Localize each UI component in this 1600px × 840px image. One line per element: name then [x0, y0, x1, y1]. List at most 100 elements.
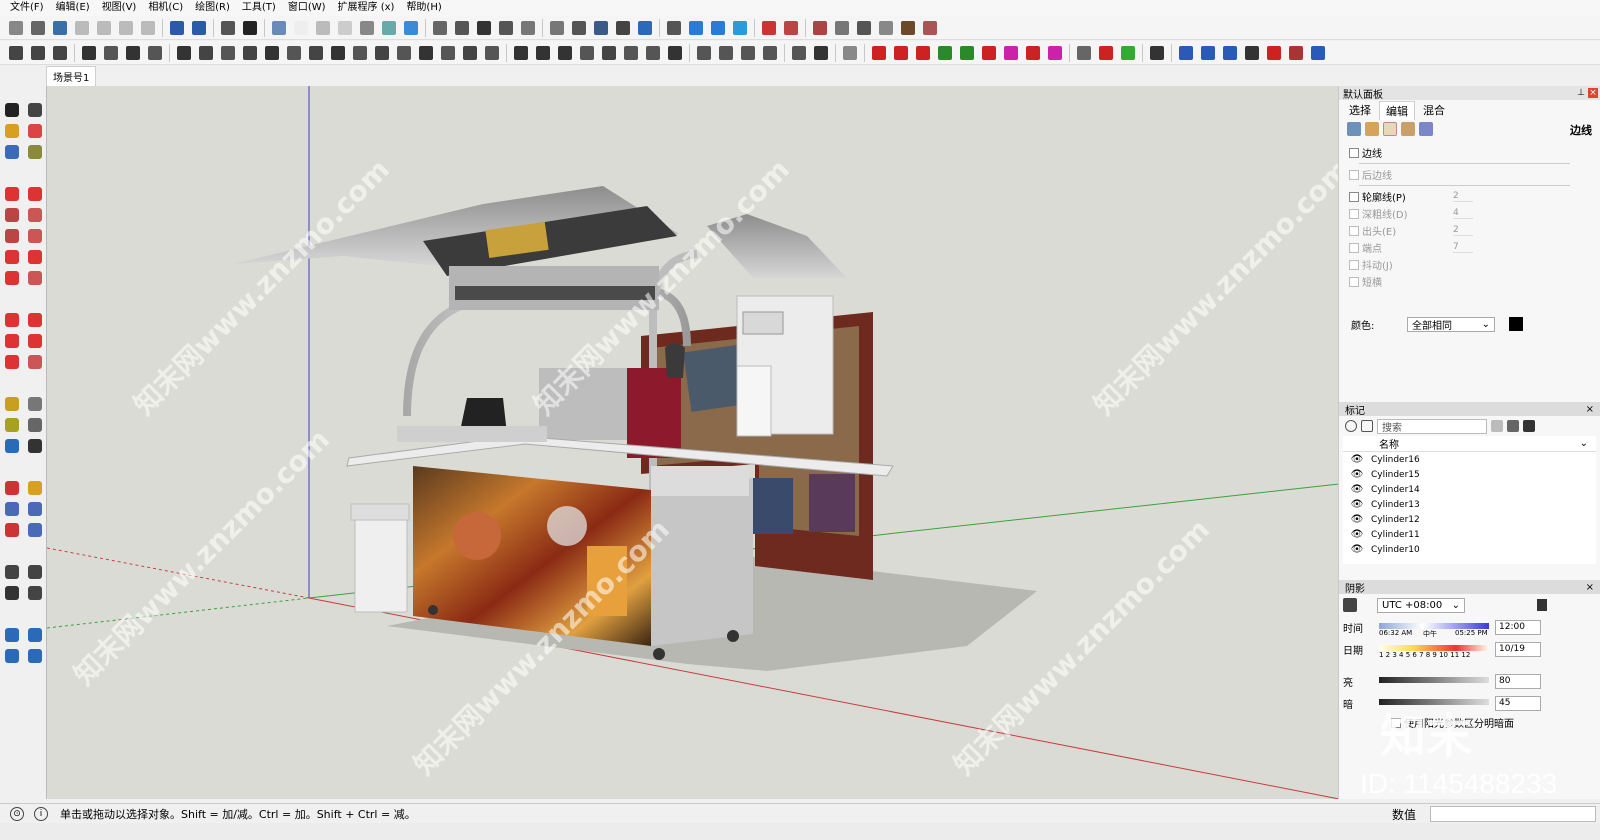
standard-tool-44-icon[interactable]	[854, 18, 873, 37]
extension-tool-5-icon[interactable]	[101, 43, 120, 62]
extension-tool-34-icon[interactable]	[694, 43, 713, 62]
add-folder-icon[interactable]	[1361, 420, 1373, 432]
close-icon[interactable]: ×	[1588, 88, 1598, 98]
standard-tool-22-icon[interactable]	[430, 18, 449, 37]
extension-tool-45-icon[interactable]	[891, 43, 910, 62]
standard-tool-14-icon[interactable]	[269, 18, 288, 37]
tag-row[interactable]: 👁 Cylinder13	[1343, 497, 1596, 512]
drawing-tool-44-icon[interactable]	[2, 625, 22, 645]
extension-tool-7-icon[interactable]	[145, 43, 164, 62]
standard-tool-12-icon[interactable]	[240, 18, 259, 37]
tag-row[interactable]: 👁 Cylinder15	[1343, 467, 1596, 482]
drawing-tool-4-icon[interactable]	[2, 142, 22, 162]
geolocation-icon[interactable]: ⊙	[10, 806, 24, 821]
menu-draw[interactable]: 绘图(R)	[189, 0, 236, 16]
edge-option-value[interactable]: 7	[1453, 242, 1473, 253]
standard-tool-31-icon[interactable]	[613, 18, 632, 37]
menu-edit[interactable]: 编辑(E)	[50, 0, 96, 16]
tag-tool-icon[interactable]	[1507, 420, 1519, 432]
standard-tool-15-icon[interactable]	[291, 18, 310, 37]
standard-tool-30-icon[interactable]	[591, 18, 610, 37]
standard-tool-24-icon[interactable]	[474, 18, 493, 37]
extension-tool-42-icon[interactable]	[840, 43, 859, 62]
standard-tool-4-icon[interactable]	[94, 18, 113, 37]
edge-color-swatch[interactable]	[1509, 317, 1523, 331]
drawing-tool-13-icon[interactable]	[2, 247, 22, 267]
extension-tool-60-icon[interactable]	[1176, 43, 1195, 62]
extension-tool-27-icon[interactable]	[555, 43, 574, 62]
drawing-tool-40-icon[interactable]	[25, 562, 45, 582]
eye-icon[interactable]: 👁	[1343, 544, 1371, 555]
extension-tool-18-icon[interactable]	[372, 43, 391, 62]
standard-tool-18-icon[interactable]	[357, 18, 376, 37]
eye-icon[interactable]: 👁	[1343, 484, 1371, 495]
extension-tool-4-icon[interactable]	[79, 43, 98, 62]
drawing-tool-5-icon[interactable]	[25, 142, 45, 162]
color-select[interactable]: 全部相同 ⌄	[1407, 316, 1495, 332]
add-tag-icon[interactable]	[1345, 420, 1357, 432]
drawing-tool-23-icon[interactable]	[25, 352, 45, 372]
extension-tool-20-icon[interactable]	[416, 43, 435, 62]
menu-window[interactable]: 窗口(W)	[282, 0, 332, 16]
shadow-toggle-icon[interactable]	[1343, 598, 1357, 612]
extension-tool-58-icon[interactable]	[1147, 43, 1166, 62]
drawing-tool-19-icon[interactable]	[25, 310, 45, 330]
extension-tool-22-icon[interactable]	[460, 43, 479, 62]
standard-tool-43-icon[interactable]	[832, 18, 851, 37]
extension-tool-50-icon[interactable]	[1001, 43, 1020, 62]
extension-tool-19-icon[interactable]	[394, 43, 413, 62]
drawing-tool-18-icon[interactable]	[2, 310, 22, 330]
tab-mix[interactable]: 混合	[1417, 101, 1451, 119]
drawing-tool-25-icon[interactable]	[2, 394, 22, 414]
date-input[interactable]: 10/19	[1495, 641, 1541, 657]
drawing-tool-21-icon[interactable]	[25, 331, 45, 351]
extension-tool-52-icon[interactable]	[1045, 43, 1064, 62]
extension-tool-54-icon[interactable]	[1074, 43, 1093, 62]
drawing-tool-2-icon[interactable]	[2, 121, 22, 141]
extension-tool-9-icon[interactable]	[174, 43, 193, 62]
standard-tool-40-icon[interactable]	[781, 18, 800, 37]
close-icon[interactable]: ×	[1586, 582, 1594, 593]
drawing-tool-16-icon[interactable]	[25, 268, 45, 288]
tag-search-input[interactable]: 搜索	[1377, 418, 1487, 434]
timezone-select[interactable]: UTC +08:00 ⌄	[1377, 597, 1465, 613]
extension-tool-26-icon[interactable]	[533, 43, 552, 62]
drawing-tool-46-icon[interactable]	[2, 646, 22, 666]
tab-select[interactable]: 选择	[1343, 101, 1377, 119]
close-icon[interactable]: ×	[1586, 404, 1594, 415]
watermark-settings-icon[interactable]	[1401, 122, 1415, 136]
drawing-tool-11-icon[interactable]	[2, 226, 22, 246]
extension-tool-47-icon[interactable]	[935, 43, 954, 62]
extension-tool-10-icon[interactable]	[196, 43, 215, 62]
time-input[interactable]: 12:00	[1495, 619, 1541, 635]
extension-tool-55-icon[interactable]	[1096, 43, 1115, 62]
standard-tool-19-icon[interactable]	[379, 18, 398, 37]
drawing-tool-0-icon[interactable]	[2, 100, 22, 120]
drawing-tool-35-icon[interactable]	[25, 499, 45, 519]
extension-tool-28-icon[interactable]	[577, 43, 596, 62]
shadow-settings-icon[interactable]	[1537, 599, 1547, 611]
standard-tool-6-icon[interactable]	[138, 18, 157, 37]
drawing-tool-34-icon[interactable]	[2, 499, 22, 519]
extension-tool-23-icon[interactable]	[482, 43, 501, 62]
extension-tool-12-icon[interactable]	[240, 43, 259, 62]
light-slider[interactable]	[1379, 673, 1489, 689]
tag-row[interactable]: 👁 Cylinder10	[1343, 542, 1596, 557]
chevron-down-icon[interactable]: ⌄	[1580, 438, 1588, 449]
extension-tool-14-icon[interactable]	[284, 43, 303, 62]
standard-tool-8-icon[interactable]	[167, 18, 186, 37]
drawing-tool-41-icon[interactable]	[2, 583, 22, 603]
scene-tab-1[interactable]: 场景号1	[46, 66, 97, 86]
tag-row[interactable]: 👁 Cylinder14	[1343, 482, 1596, 497]
standard-tool-39-icon[interactable]	[759, 18, 778, 37]
drawing-tool-28-icon[interactable]	[25, 415, 45, 435]
standard-tool-20-icon[interactable]	[401, 18, 420, 37]
menu-view[interactable]: 视图(V)	[96, 0, 143, 16]
standard-tool-35-icon[interactable]	[686, 18, 705, 37]
standard-tool-36-icon[interactable]	[708, 18, 727, 37]
drawing-tool-30-icon[interactable]	[25, 436, 45, 456]
extension-tool-66-icon[interactable]	[1308, 43, 1327, 62]
eye-icon[interactable]: 👁	[1343, 454, 1371, 465]
drawing-tool-33-icon[interactable]	[25, 478, 45, 498]
drawing-tool-39-icon[interactable]	[2, 562, 22, 582]
